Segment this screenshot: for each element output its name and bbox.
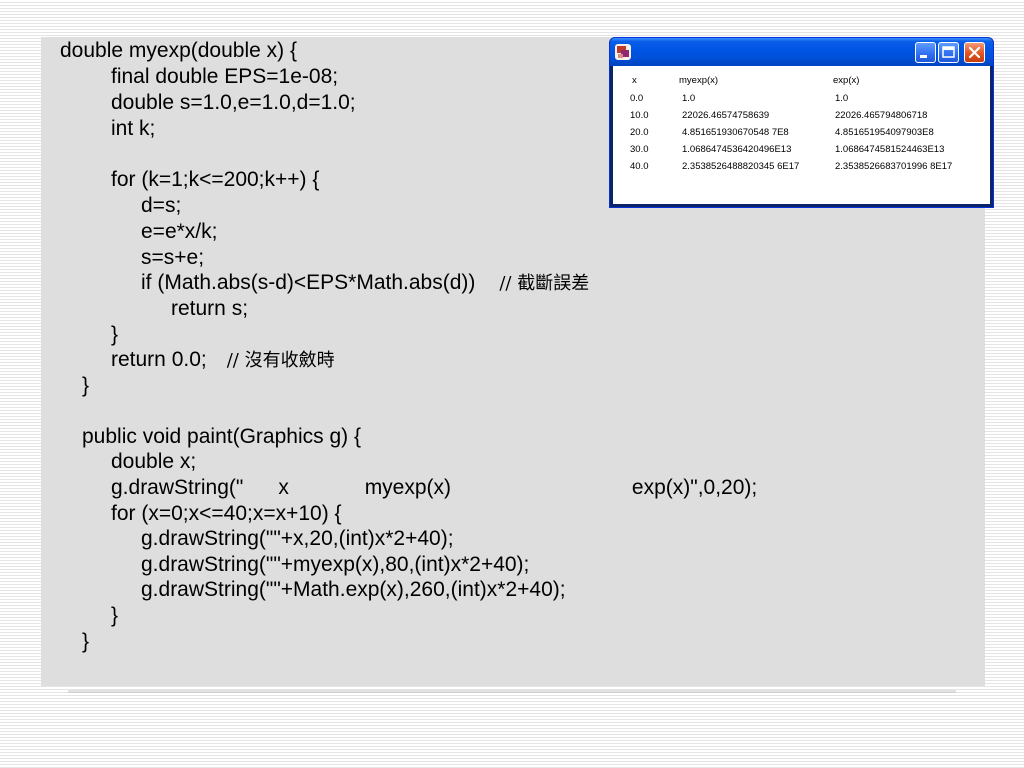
code-comment: // 沒有收斂時 xyxy=(226,350,335,371)
code-line: for (k=1;k<=200;k++) { xyxy=(111,168,320,191)
table-cell-myexp: 22026.46574758639 xyxy=(682,110,770,121)
code-line: e=e*x/k; xyxy=(141,220,218,243)
code-line: return s; xyxy=(171,297,249,320)
applet-output: x myexp(x) exp(x) 0.0 1.0 1.0 10.0 22026… xyxy=(613,66,990,204)
table-cell-myexp: 2.3538526488820345 6E17 xyxy=(682,161,800,172)
code-line: final double EPS=1e-08; xyxy=(111,65,339,88)
code-line: for (x=0;x<=40;x=x+10) { xyxy=(111,502,342,525)
code-line: double x; xyxy=(111,450,197,473)
table-cell-myexp: 1.0 xyxy=(682,93,696,104)
table-cell-exp: 22026.465794806718 xyxy=(835,110,928,121)
table-cell-x: 20.0 xyxy=(630,127,649,138)
slide-divider xyxy=(68,690,956,693)
code-line: return 0.0; // 沒有收斂時 xyxy=(111,347,335,373)
table-cell-myexp: 4.851651930670548 7E8 xyxy=(682,127,789,138)
java-applet-icon[interactable] xyxy=(615,44,631,60)
table-cell-exp: 2.3538526683701996 8E17 xyxy=(835,161,953,172)
table-cell-myexp: 1.0686474536420496E13 xyxy=(682,144,792,155)
table-cell-x: 30.0 xyxy=(630,144,649,155)
column-header-x: x xyxy=(632,75,637,86)
code-text: if (Math.abs(s-d)<EPS*Math.abs(d)) xyxy=(141,271,476,294)
table-cell-exp: 4.851651954097903E8 xyxy=(835,127,934,138)
column-header-exp: exp(x) xyxy=(833,75,860,86)
column-header-myexp: myexp(x) xyxy=(679,75,719,86)
code-text: return 0.0; xyxy=(111,348,207,371)
code-line: public void paint(Graphics g) { xyxy=(82,425,361,448)
table-cell-x: 40.0 xyxy=(630,161,649,172)
code-line: s=s+e; xyxy=(141,246,205,269)
code-line: } xyxy=(111,323,119,346)
code-line: g.drawString(""+x,20,(int)x*2+40); xyxy=(141,527,454,550)
code-line: double s=1.0,e=1.0,d=1.0; xyxy=(111,91,356,114)
maximize-icon xyxy=(942,46,955,58)
minimize-icon xyxy=(920,55,927,58)
table-cell-x: 10.0 xyxy=(630,110,649,121)
code-line: d=s; xyxy=(141,194,182,217)
code-line: g.drawString(""+Math.exp(x),260,(int)x*2… xyxy=(141,578,566,601)
table-cell-x: 0.0 xyxy=(630,93,644,104)
close-button[interactable] xyxy=(964,42,985,63)
code-line: if (Math.abs(s-d)<EPS*Math.abs(d)) // 截斷誤… xyxy=(141,270,589,296)
code-line: double myexp(double x) { xyxy=(60,39,297,62)
code-comment: // 截斷誤差 xyxy=(499,273,590,294)
code-line: } xyxy=(82,630,90,653)
code-line: g.drawString(" x myexp(x) exp(x)",0,20); xyxy=(111,476,758,499)
maximize-button[interactable] xyxy=(938,42,959,63)
close-icon xyxy=(968,46,981,59)
table-cell-exp: 1.0686474581524463E13 xyxy=(835,144,945,155)
code-line: } xyxy=(111,604,119,627)
code-line: int k; xyxy=(111,117,156,140)
window-titlebar[interactable] xyxy=(610,38,993,66)
code-line: g.drawString(""+myexp(x),80,(int)x*2+40)… xyxy=(141,553,530,576)
code-line: } xyxy=(82,374,90,397)
minimize-button[interactable] xyxy=(915,42,936,63)
table-cell-exp: 1.0 xyxy=(835,93,849,104)
applet-window: x myexp(x) exp(x) 0.0 1.0 1.0 10.0 22026… xyxy=(609,37,994,208)
